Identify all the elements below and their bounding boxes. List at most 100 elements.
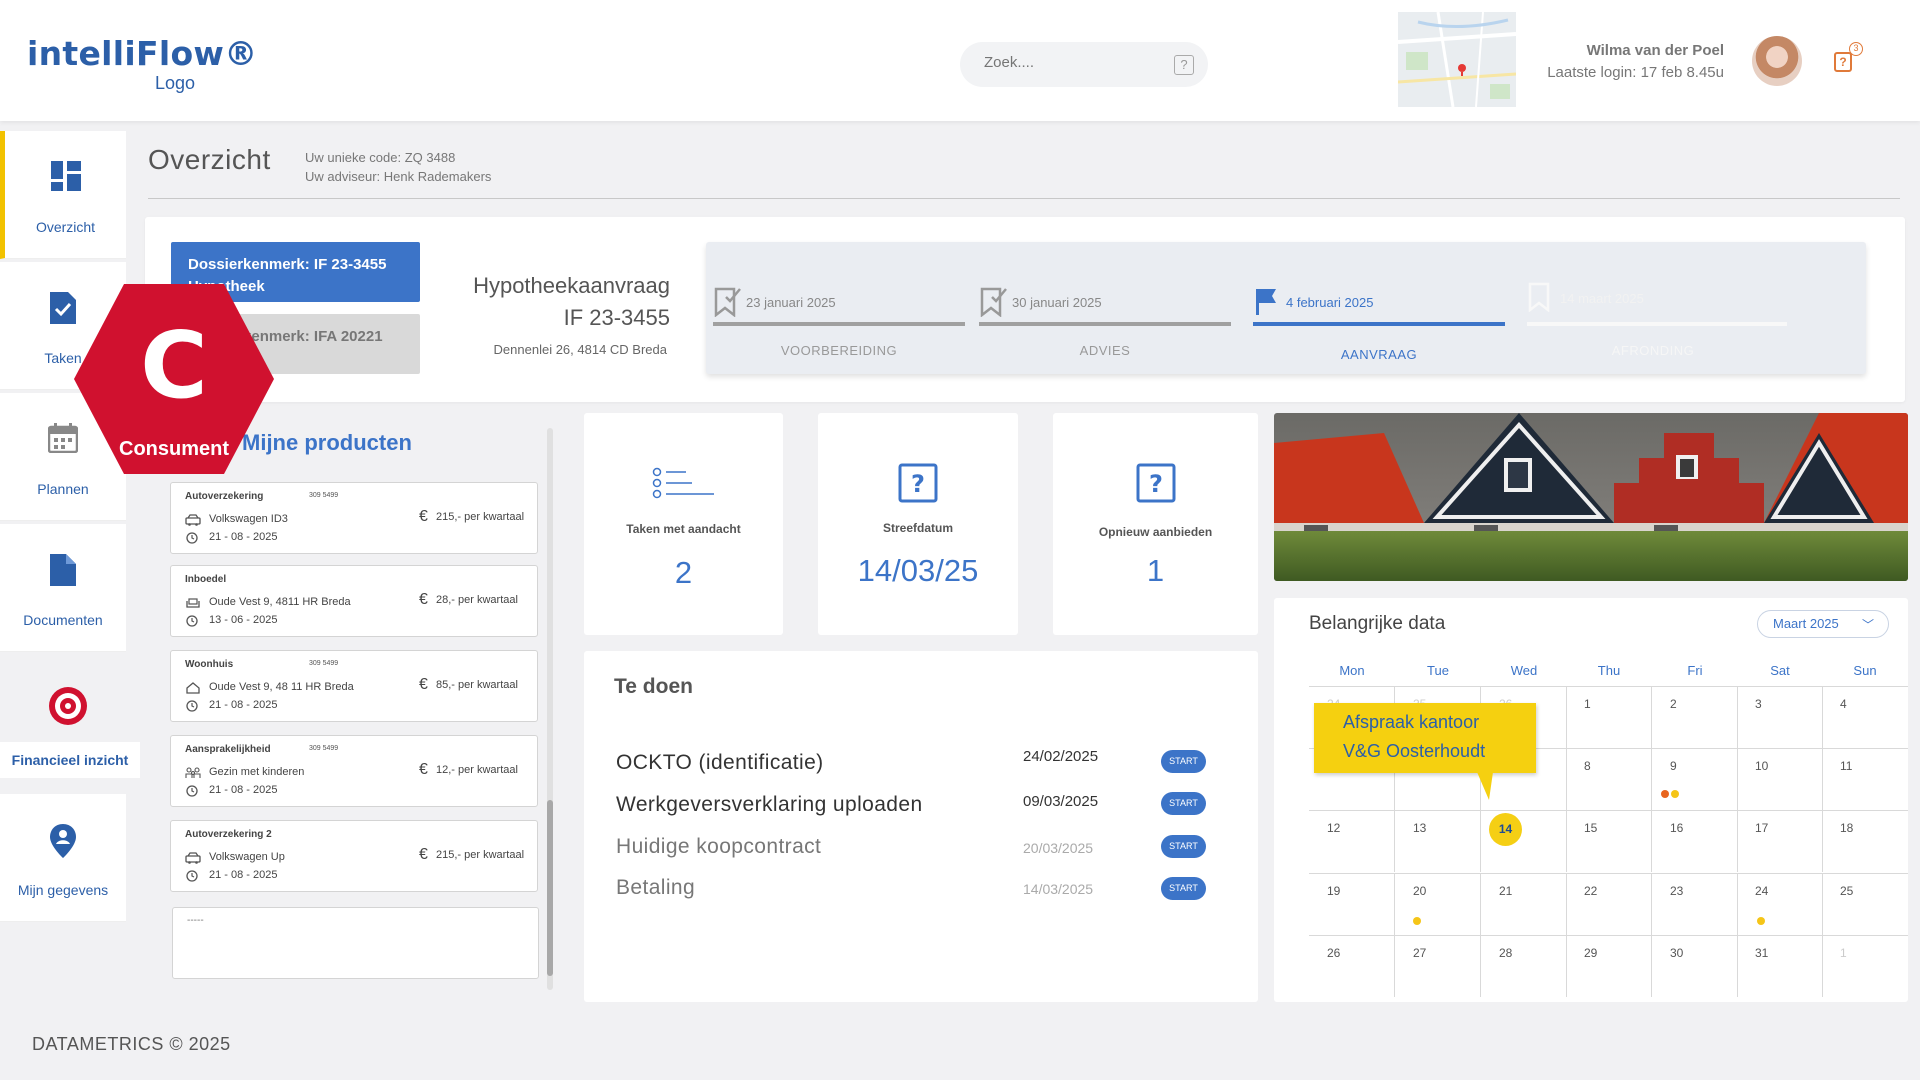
calendar-day[interactable]: 1 [1822, 935, 1908, 997]
calendar-day[interactable]: 26 [1309, 935, 1395, 997]
svg-text:?: ? [1149, 470, 1163, 498]
calendar-day[interactable]: 3 [1737, 686, 1823, 748]
progress-timeline: 23 januari 2025 VOORBEREIDING 30 januari… [706, 242, 1866, 374]
month-select[interactable]: Maart 2025 ﹀ [1757, 610, 1889, 638]
todo-item[interactable]: Betaling 14/03/2025 START [616, 876, 1216, 904]
product-type: Aansprakelijkheid [185, 744, 271, 755]
calendar-day[interactable]: 12 [1309, 810, 1395, 872]
search-input[interactable] [984, 54, 1154, 71]
timeline-step-advies[interactable]: 30 januari 2025 ADVIES [972, 242, 1231, 374]
product-card-empty[interactable]: ----- [172, 907, 539, 979]
calendar-day[interactable]: 29 [1566, 935, 1652, 997]
product-type: Woonhuis [185, 659, 234, 670]
product-price: 12,- per kwartaal [436, 764, 518, 776]
calendar-day[interactable]: 4 [1822, 686, 1908, 748]
product-card[interactable]: Woonhuis 309 5499 Oude Vest 9, 48 11 HR … [170, 650, 538, 722]
product-object: Volkswagen Up [209, 851, 285, 863]
product-date: 21 - 08 - 2025 [209, 869, 278, 881]
calendar-event-dot[interactable] [1413, 917, 1421, 925]
application-title: Hypotheekaanvraag IF 23-3455 [473, 270, 670, 334]
application-title-line2: IF 23-3455 [563, 305, 670, 330]
start-button[interactable]: START [1161, 792, 1206, 815]
timeline-step-afronding[interactable]: 14 maart 2025 AFRONDING [1520, 242, 1787, 374]
avatar[interactable] [1752, 36, 1802, 86]
product-card[interactable]: Autoverzekering 2 Volkswagen Up 21 - 08 … [170, 820, 538, 892]
calendar-day[interactable]: 27 [1395, 935, 1481, 997]
sidebar-item-mijn-gegevens[interactable]: Mijn gegevens [0, 794, 126, 922]
calendar-day[interactable]: 21 [1481, 873, 1567, 935]
calendar-event-dot[interactable] [1671, 790, 1679, 798]
calendar-day[interactable]: 8 [1566, 748, 1652, 810]
todo-item[interactable]: OCKTO (identificatie) 24/02/2025 START [616, 748, 1216, 779]
calendar-day[interactable]: 24 [1737, 873, 1823, 935]
product-date: 21 - 08 - 2025 [209, 699, 278, 711]
calendar-day[interactable]: 18 [1822, 810, 1908, 872]
products-scroll-thumb[interactable] [547, 800, 553, 976]
start-button[interactable]: START [1161, 835, 1206, 858]
calendar-day[interactable]: 20 [1395, 873, 1481, 935]
calendar-event-dot[interactable] [1661, 790, 1669, 798]
product-card[interactable]: Inboedel Oude Vest 9, 4811 HR Breda 13 -… [170, 565, 538, 637]
sidebar-label-plannen: Plannen [37, 481, 89, 497]
calendar-day-number: 20 [1413, 884, 1427, 898]
calendar-weekday: Tue [1427, 663, 1449, 678]
calendar-day[interactable]: 17 [1737, 810, 1823, 872]
person-pin-icon [50, 824, 76, 863]
search-help-icon[interactable]: ? [1174, 55, 1194, 75]
calendar-day[interactable]: 19 [1309, 873, 1395, 935]
sidebar-item-financieel-inzicht[interactable]: Financieel inzicht [0, 655, 140, 783]
car-icon [185, 513, 201, 531]
todo-item[interactable]: Werkgeversverklaring uploaden 09/03/2025… [616, 792, 1216, 821]
sidebar-item-overzicht[interactable]: Overzicht [0, 131, 126, 259]
calendar-day-number: 12 [1327, 821, 1341, 835]
calendar-day[interactable]: 22 [1566, 873, 1652, 935]
timeline-bar [1253, 322, 1505, 326]
calendar-day[interactable]: 10 [1737, 748, 1823, 810]
calendar-day[interactable]: 11 [1822, 748, 1908, 810]
stat-card-target-date[interactable]: ? Streefdatum 14/03/25 [818, 413, 1018, 635]
calendar-day[interactable]: 13 [1395, 810, 1481, 872]
calendar-day[interactable]: 9 [1652, 748, 1738, 810]
map-thumbnail[interactable] [1398, 12, 1516, 107]
notification-icon[interactable]: ? [1834, 52, 1852, 72]
product-date: 13 - 06 - 2025 [209, 614, 278, 626]
todo-label: Betaling [616, 876, 696, 899]
calendar-day[interactable]: 28 [1481, 935, 1567, 997]
calendar-day[interactable]: 15 [1566, 810, 1652, 872]
product-type: Autoverzekering [185, 491, 264, 502]
todo-date: 20/03/2025 [1023, 840, 1094, 856]
product-card[interactable]: Autoverzekering 309 5499 Volkswagen ID3 … [170, 482, 538, 554]
calendar-event-dot[interactable] [1757, 917, 1765, 925]
calendar-day-number: 29 [1584, 946, 1598, 960]
search-box[interactable]: ? [960, 42, 1208, 87]
calendar-day[interactable]: 30 [1652, 935, 1738, 997]
flag-icon [1254, 287, 1278, 322]
stat-card-resubmit[interactable]: ? Opnieuw aanbieden 1 [1053, 413, 1258, 635]
calendar-day-number: 19 [1327, 884, 1341, 898]
product-price: 215,- per kwartaal [436, 511, 525, 523]
calendar-day[interactable]: 1 [1566, 686, 1652, 748]
calendar-day[interactable]: 31 [1737, 935, 1823, 997]
clock-icon [186, 699, 198, 717]
calendar-day[interactable]: 23 [1652, 873, 1738, 935]
calendar-day[interactable]: 16 [1652, 810, 1738, 872]
timeline-date: 23 januari 2025 [746, 295, 836, 310]
sidebar-item-documenten[interactable]: Documenten [0, 524, 126, 652]
timeline-step-voorbereiding[interactable]: 23 januari 2025 VOORBEREIDING [706, 242, 965, 374]
product-type: Inboedel [185, 574, 227, 585]
todo-item[interactable]: Huidige koopcontract 20/03/2025 START [616, 835, 1216, 863]
product-card[interactable]: Aansprakelijkheid 309 5499 Gezin met kin… [170, 735, 538, 807]
start-button[interactable]: START [1161, 877, 1206, 900]
timeline-date: 4 februari 2025 [1286, 295, 1374, 310]
calendar-weekday: Fri [1687, 663, 1703, 678]
unique-code: Uw unieke code: ZQ 3488 [305, 150, 456, 165]
stat-card-tasks[interactable]: Taken met aandacht 2 [584, 413, 783, 635]
calendar-day[interactable]: 2 [1652, 686, 1738, 748]
logo[interactable]: intelliFlow® Logo [27, 34, 258, 94]
timeline-step-aanvraag[interactable]: 4 februari 2025 AANVRAAG [1246, 242, 1505, 374]
start-button[interactable]: START [1161, 750, 1206, 773]
calendar-day[interactable]: 25 [1822, 873, 1908, 935]
calendar-day-number: 1 [1840, 946, 1847, 960]
timeline-bar [979, 322, 1231, 326]
calendar-today-marker[interactable]: 14 [1489, 813, 1522, 846]
